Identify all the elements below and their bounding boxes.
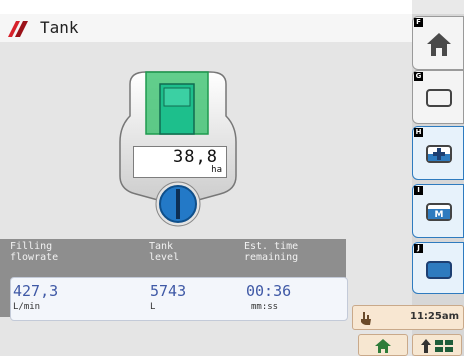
area-value: 38,8 xyxy=(173,147,218,167)
softkey-f-tag: F xyxy=(414,18,423,27)
up-grid-button[interactable] xyxy=(412,334,462,356)
softkey-g-tag: G xyxy=(414,72,423,81)
tank-full-icon xyxy=(426,261,452,279)
info-values: 427,3 L/min 5743 L 00:36 mm:ss xyxy=(10,277,348,321)
softkey-i-tag: I xyxy=(414,186,423,195)
tank-level-value: 5743 xyxy=(150,282,187,300)
clock-time: 11:25am xyxy=(410,311,459,322)
tank-level-unit: L xyxy=(150,302,156,312)
brand-logo-icon xyxy=(8,21,28,37)
est-time-value: 00:36 xyxy=(246,282,292,300)
home-green-icon xyxy=(375,339,391,353)
tank-m-icon: M xyxy=(426,203,452,221)
app-frame: Tank 38,8 ha Filling flowrate Tank level… xyxy=(0,0,464,356)
window-title: Tank xyxy=(40,18,79,37)
softkey-i[interactable]: I M xyxy=(412,184,464,238)
softkey-h-tag: H xyxy=(414,128,423,137)
up-grid-icon xyxy=(421,339,453,353)
tank-plus-icon xyxy=(426,145,452,163)
softkey-j-tag: J xyxy=(414,244,423,253)
softkey-j[interactable]: J xyxy=(412,242,464,294)
softkey-f[interactable]: F xyxy=(412,16,464,70)
tank-empty-icon xyxy=(426,89,452,107)
valve-icon[interactable] xyxy=(154,180,202,228)
svg-text:M: M xyxy=(435,210,444,220)
filling-flowrate-label: Filling flowrate xyxy=(10,241,59,263)
top-strip xyxy=(0,0,412,14)
softkey-g[interactable]: G xyxy=(412,70,464,124)
home-icon xyxy=(427,33,451,56)
tank-level-label: Tank level xyxy=(149,241,180,263)
est-time-unit: mm:ss xyxy=(251,302,279,312)
filling-flowrate-unit: L/min xyxy=(13,302,41,312)
home-nav-button[interactable] xyxy=(358,334,408,356)
filling-flowrate-value: 427,3 xyxy=(13,282,59,300)
area-unit: ha xyxy=(211,165,222,175)
softkey-h[interactable]: H xyxy=(412,126,464,180)
window-header: Tank xyxy=(0,14,412,43)
status-clock: 11:25am xyxy=(352,305,464,330)
est-time-label: Est. time remaining xyxy=(244,241,299,263)
area-readout: 38,8 ha xyxy=(133,146,227,178)
hand-icon xyxy=(361,312,371,325)
